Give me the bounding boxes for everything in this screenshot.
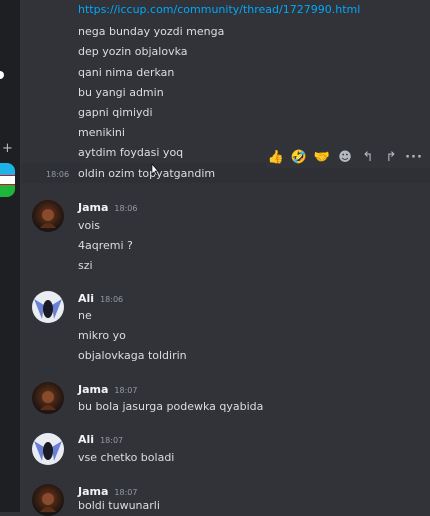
message-line: gapni qimiydi [78, 106, 153, 119]
server-icon-uzbekistan[interactable] [0, 163, 15, 197]
more-icon[interactable]: ··· [404, 147, 424, 167]
username[interactable]: Ali [78, 292, 94, 305]
username[interactable]: Jama [78, 383, 108, 396]
message-line: ne [78, 309, 92, 322]
message-line: objalovkaga toldirin [78, 349, 187, 362]
message-line: qani nima derkan [78, 66, 175, 79]
message-line: aytdim foydasi yoq [78, 146, 184, 159]
server-rail: + [0, 0, 20, 512]
message-line: nega bunday yozdi menga [78, 25, 225, 38]
message-line: menikini [78, 126, 125, 139]
forward-icon[interactable]: ↱ [381, 147, 401, 167]
message-line: 4aqremi ? [78, 239, 133, 252]
message-line: vois [78, 219, 101, 232]
message-link[interactable]: https://iccup.com/community/thread/17279… [78, 3, 360, 17]
avatar[interactable] [32, 291, 64, 323]
message-timestamp: 18:06 [114, 204, 138, 213]
add-reaction-icon[interactable]: ☻ [335, 147, 355, 167]
message-line: bu yangi admin [78, 86, 164, 99]
text-cursor-icon [151, 164, 159, 176]
message-timestamp: 18:06 [46, 170, 70, 179]
unread-indicator [0, 71, 4, 79]
avatar[interactable] [32, 382, 64, 414]
message-actions-toolbar: 👍 🤣 🤝 ☻ ↰ ↱ ··· [266, 146, 430, 168]
message-header: Jama 18:06 [78, 201, 137, 216]
message-header: Ali 18:06 [78, 292, 123, 307]
reply-icon[interactable]: ↰ [358, 147, 378, 167]
message-timestamp: 18:07 [100, 436, 124, 445]
message-line: mikro yo [78, 329, 126, 342]
reaction-rofl[interactable]: 🤣 [289, 147, 309, 167]
message-line: bu bola jasurga podewka qyabida [78, 400, 264, 413]
avatar[interactable] [32, 484, 64, 516]
message-header: Jama 18:07 [78, 383, 137, 398]
message-timestamp: 18:07 [114, 488, 138, 497]
message-line: boldi tuwunarli [78, 499, 160, 512]
message-header: Ali 18:07 [78, 433, 123, 448]
message-list: https://iccup.com/community/thread/17279… [22, 0, 430, 516]
add-icon[interactable]: + [2, 142, 13, 155]
message-line: dep yozin objalovka [78, 45, 188, 58]
reaction-thumbs-up[interactable]: 👍 [266, 147, 286, 167]
username[interactable]: Ali [78, 433, 94, 446]
message-header: Jama 18:07 [78, 485, 137, 500]
message-timestamp: 18:06 [100, 295, 124, 304]
message-line: vse chetko boladi [78, 451, 175, 464]
avatar[interactable] [32, 200, 64, 232]
message-line: oldin ozim topyatgandim [78, 167, 216, 180]
reaction-handshake[interactable]: 🤝 [312, 147, 332, 167]
message-timestamp: 18:07 [114, 386, 138, 395]
avatar[interactable] [32, 433, 64, 465]
username[interactable]: Jama [78, 485, 108, 498]
username[interactable]: Jama [78, 201, 108, 214]
message-line: szi [78, 259, 93, 272]
